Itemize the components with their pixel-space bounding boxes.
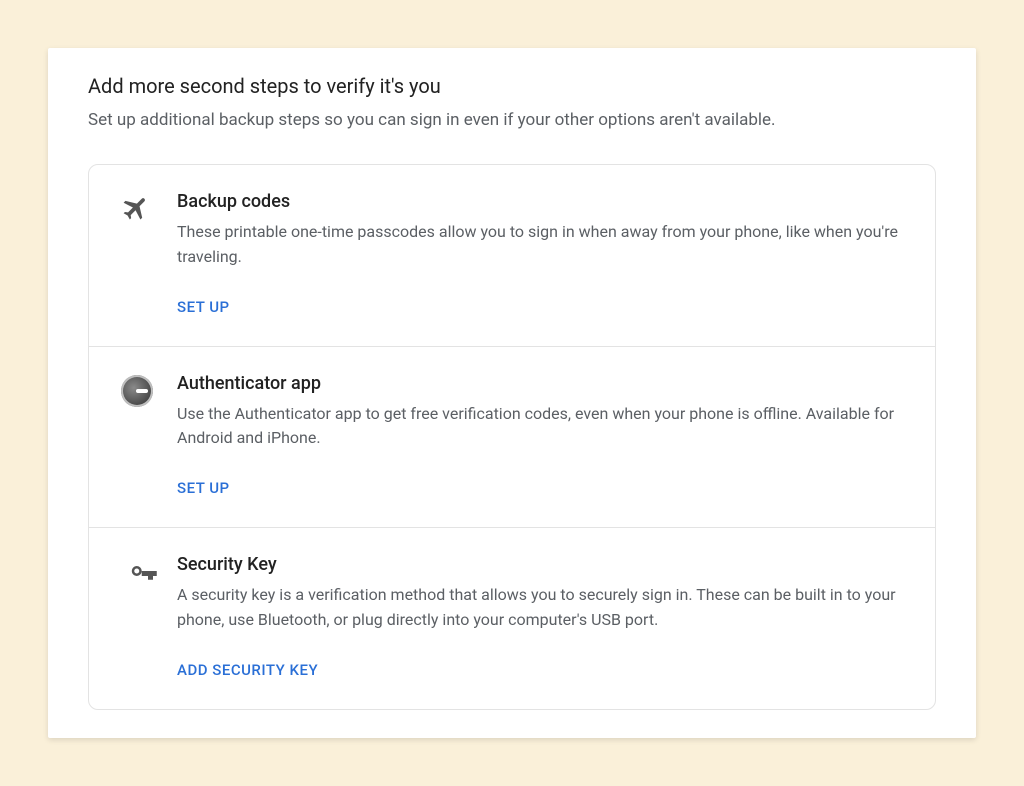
option-backup-codes: Backup codes These printable one-time pa… [89, 165, 935, 347]
authenticator-icon [113, 373, 177, 502]
option-body: Authenticator app Use the Authenticator … [177, 373, 911, 502]
option-title: Backup codes [177, 191, 911, 212]
add-security-key-button[interactable]: ADD SECURITY KEY [177, 657, 318, 683]
option-body: Security Key A security key is a verific… [177, 554, 911, 683]
options-list: Backup codes These printable one-time pa… [88, 164, 936, 710]
setup-backup-codes-button[interactable]: SET UP [177, 294, 230, 320]
option-security-key: Security Key A security key is a verific… [89, 528, 935, 709]
option-description: These printable one-time passcodes allow… [177, 220, 911, 270]
setup-authenticator-button[interactable]: SET UP [177, 475, 230, 501]
option-description: A security key is a verification method … [177, 583, 911, 633]
option-body: Backup codes These printable one-time pa… [177, 191, 911, 320]
second-steps-card: Add more second steps to verify it's you… [48, 48, 976, 738]
option-description: Use the Authenticator app to get free ve… [177, 402, 911, 452]
key-icon [113, 554, 177, 683]
option-authenticator-app: Authenticator app Use the Authenticator … [89, 347, 935, 529]
option-title: Authenticator app [177, 373, 911, 394]
section-subtitle: Set up additional backup steps so you ca… [88, 110, 936, 130]
airplane-icon [113, 191, 177, 320]
section-title: Add more second steps to verify it's you [88, 74, 936, 98]
option-title: Security Key [177, 554, 911, 575]
